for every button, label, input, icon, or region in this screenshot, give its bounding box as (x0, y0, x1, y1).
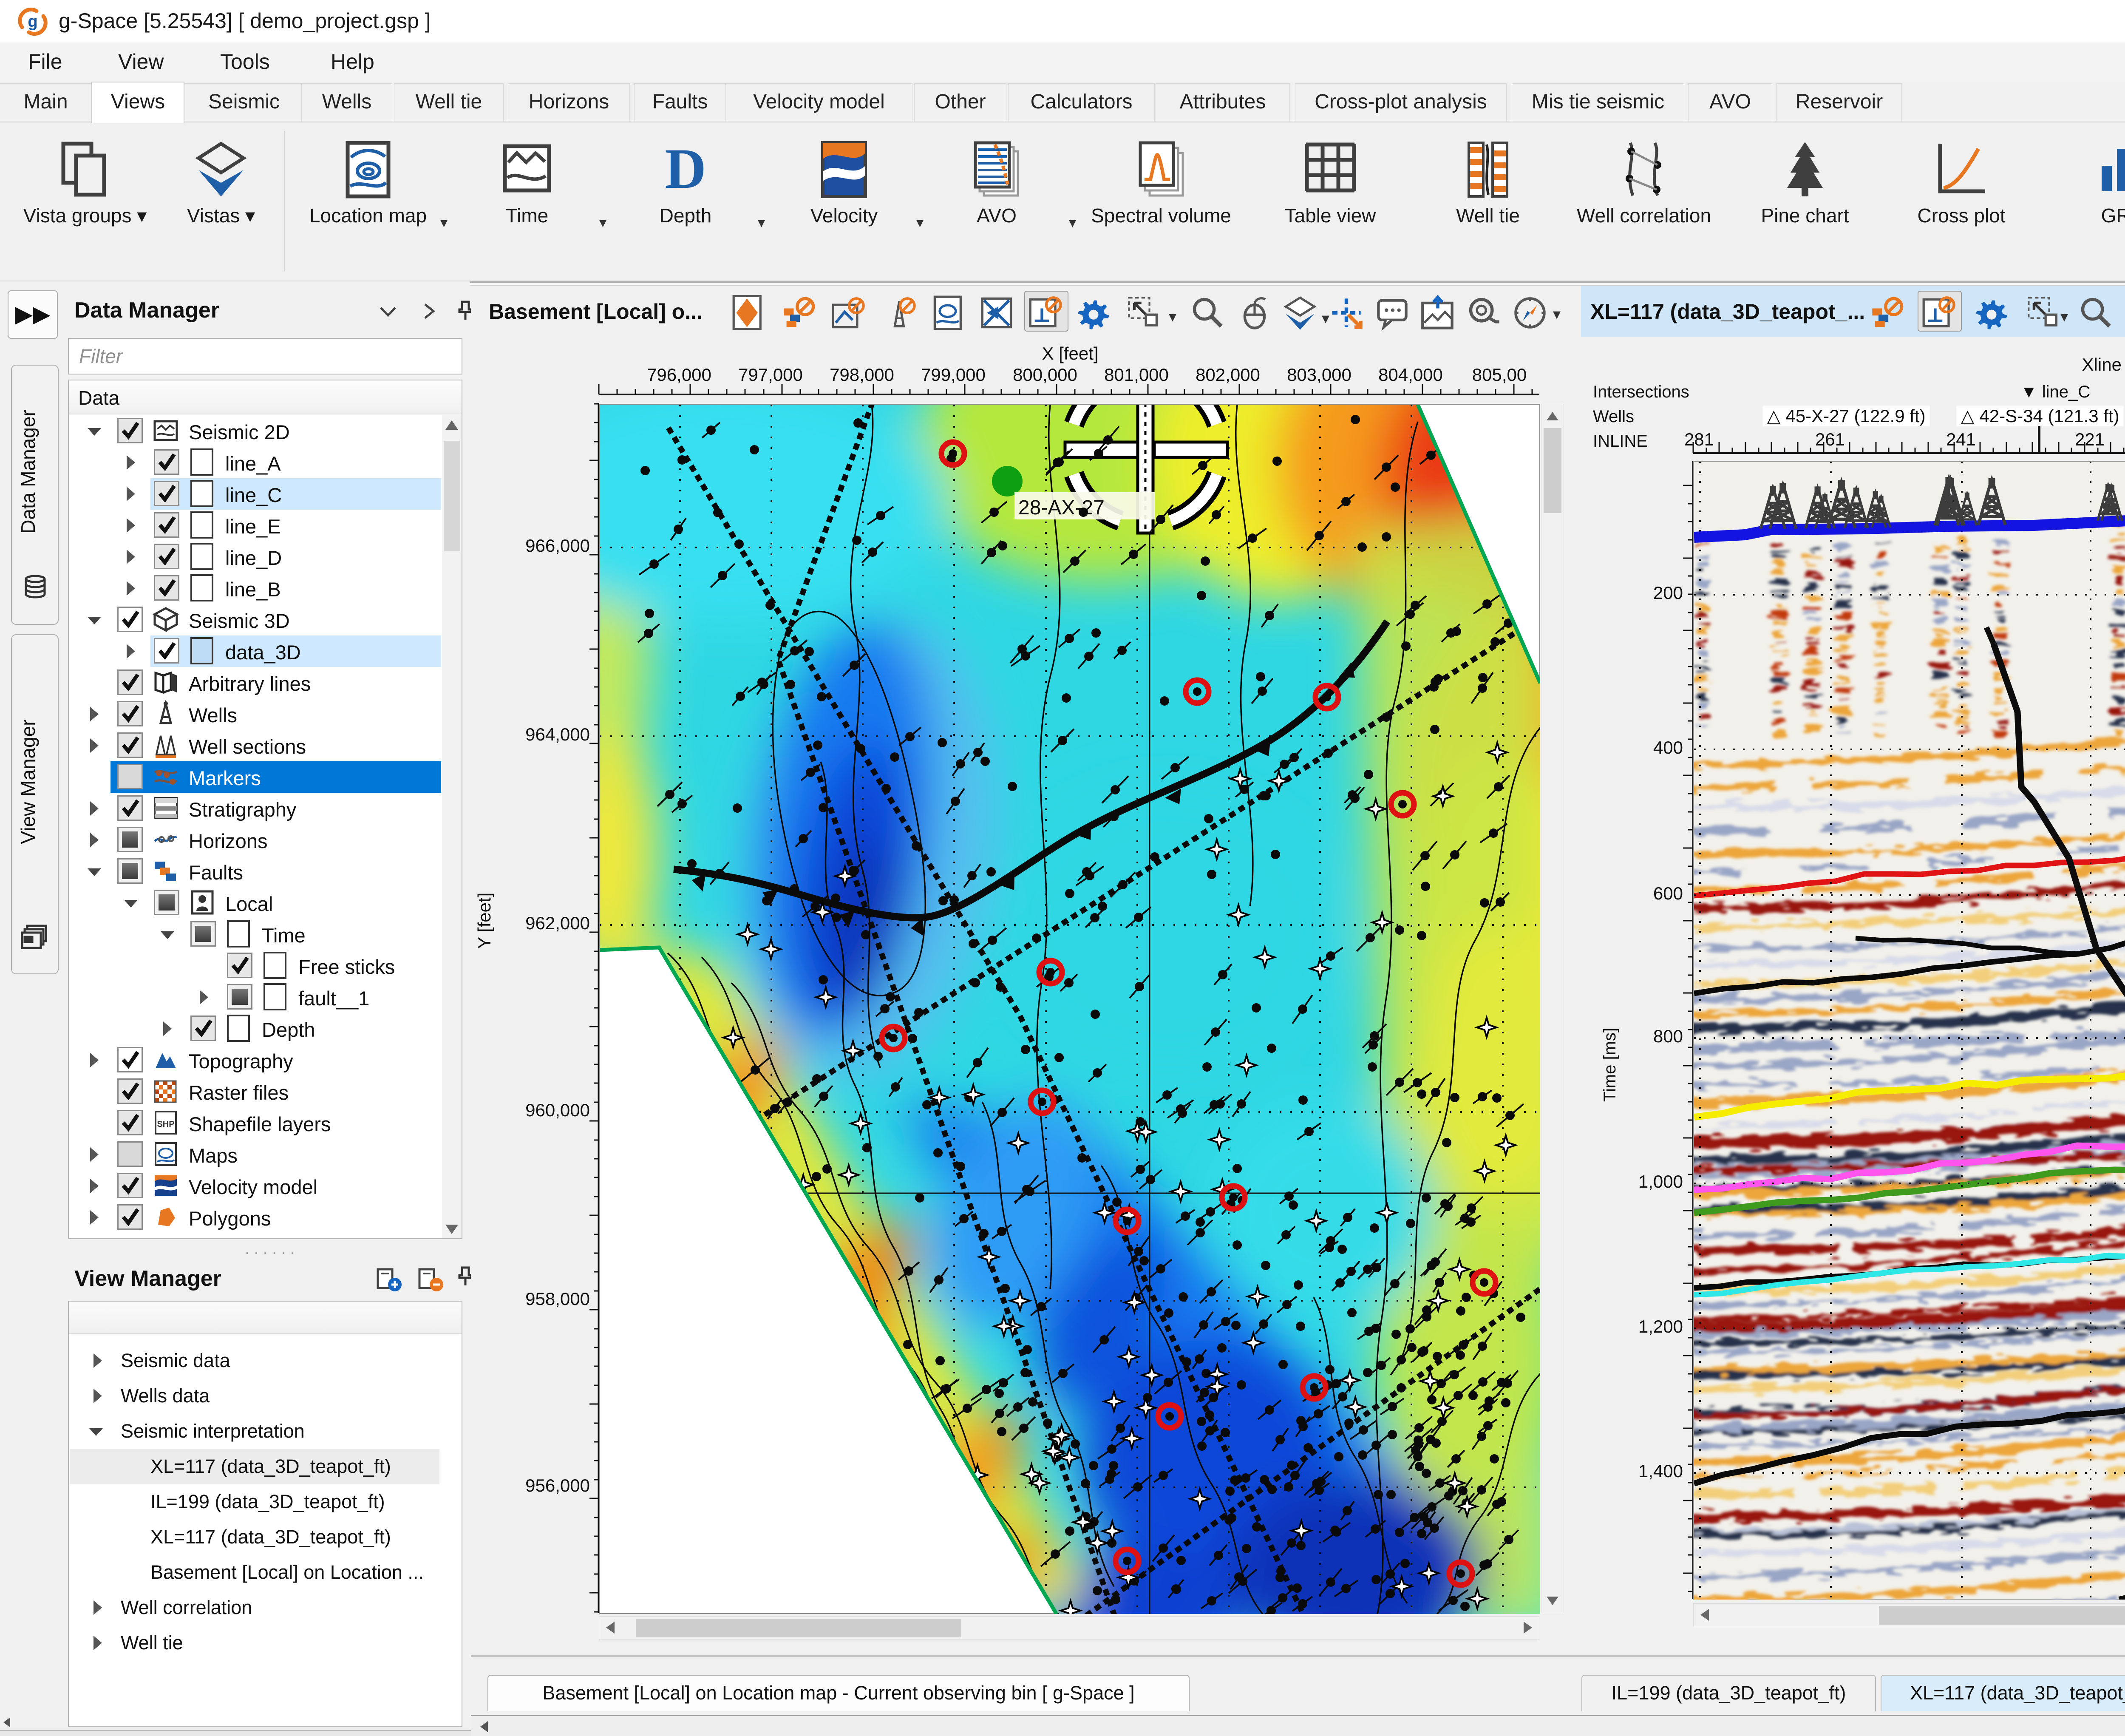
svg-text:Data Manager: Data Manager (17, 410, 39, 534)
svg-text:28-AX-27: 28-AX-27 (1018, 496, 1105, 519)
svg-text:D: D (665, 140, 706, 196)
svg-text:SHP: SHP (157, 1120, 174, 1129)
svg-text:View Manager: View Manager (17, 719, 39, 844)
svg-text:g: g (28, 13, 37, 31)
